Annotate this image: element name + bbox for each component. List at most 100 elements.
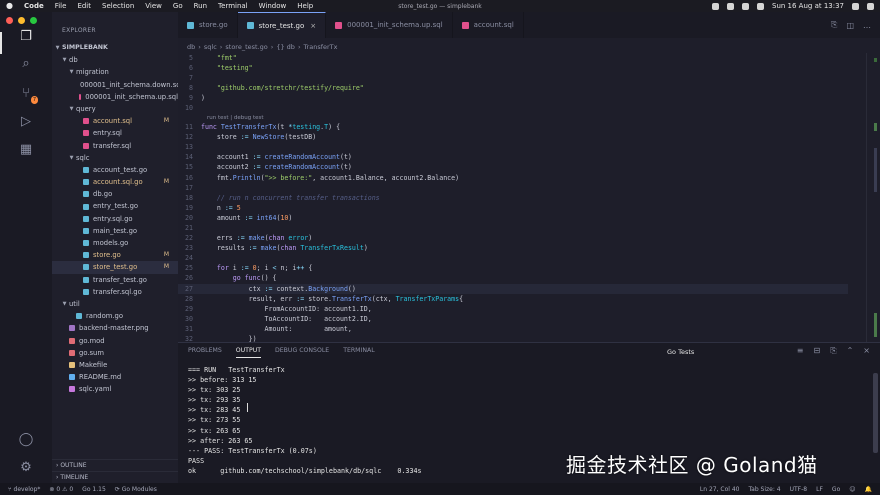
- tab-problems[interactable]: PROBLEMS: [188, 347, 222, 358]
- file-item[interactable]: go.sum: [52, 347, 178, 359]
- close-icon[interactable]: ×: [310, 22, 316, 30]
- tab-output[interactable]: OUTPUT: [235, 347, 261, 358]
- output-channel-select[interactable]: Go Tests: [667, 348, 694, 356]
- run-debug-icon[interactable]: ▷: [17, 112, 35, 130]
- menu-edit[interactable]: Edit: [77, 2, 91, 10]
- source-control-icon[interactable]: ⑂ 7: [17, 84, 38, 104]
- breadcrumb-item[interactable]: db: [187, 43, 195, 51]
- file-item[interactable]: transfer.sql: [52, 140, 178, 152]
- timeline-section[interactable]: › TIMELINE: [52, 471, 178, 483]
- outline-section[interactable]: › OUTLINE: [52, 459, 178, 471]
- file-item[interactable]: 000001_init_schema.up.sql: [52, 91, 178, 103]
- open-changes-icon[interactable]: ⎘: [831, 20, 837, 30]
- file-item[interactable]: go.mod: [52, 335, 178, 347]
- folder-item[interactable]: ▼ util: [52, 298, 178, 310]
- editor-tab[interactable]: account.sql: [453, 12, 524, 38]
- file-item[interactable]: sqlc.yaml: [52, 383, 178, 395]
- menu-file[interactable]: File: [55, 2, 67, 10]
- file-item[interactable]: transfer.sql.go: [52, 286, 178, 298]
- folder-item[interactable]: ▼ sqlc: [52, 152, 178, 164]
- menu-view[interactable]: View: [145, 2, 162, 10]
- editor-tab[interactable]: store.go: [178, 12, 238, 38]
- folder-item[interactable]: ▼ migration: [52, 66, 178, 78]
- file-item[interactable]: store_test.go M: [52, 261, 178, 274]
- file-item[interactable]: 000001_init_schema.down.sql: [52, 79, 182, 91]
- file-item[interactable]: store.go M: [52, 249, 178, 261]
- folder-item[interactable]: ▼ db: [52, 54, 178, 66]
- file-item[interactable]: README.md: [52, 371, 178, 383]
- files-icon[interactable]: ❐: [17, 27, 35, 45]
- panel-scrollbar[interactable]: [873, 373, 878, 453]
- file-item[interactable]: account.sql M: [52, 115, 178, 127]
- project-folder[interactable]: ▼ SIMPLEBANK: [52, 42, 178, 54]
- file-item[interactable]: models.go: [52, 237, 178, 249]
- control-center-icon[interactable]: [867, 2, 874, 10]
- menu-go[interactable]: Go: [173, 2, 183, 10]
- editor-scrollbar[interactable]: [866, 53, 880, 342]
- editor-tab[interactable]: store_test.go ×: [237, 12, 327, 38]
- battery-icon[interactable]: [757, 2, 764, 10]
- wifi-icon[interactable]: [742, 2, 749, 10]
- status-icon[interactable]: [712, 2, 719, 10]
- breadcrumb-item[interactable]: {} db: [276, 43, 295, 51]
- language-mode[interactable]: Go: [832, 486, 840, 493]
- more-actions-icon[interactable]: …: [863, 21, 871, 30]
- search-icon[interactable]: [852, 2, 859, 10]
- open-log-icon[interactable]: ⎘: [830, 346, 836, 356]
- end-of-line[interactable]: LF: [816, 486, 823, 493]
- file-item[interactable]: account_test.go: [52, 164, 178, 176]
- tab-terminal[interactable]: TERMINAL: [343, 347, 374, 358]
- file-item[interactable]: main_test.go: [52, 225, 178, 237]
- file-item[interactable]: account.sql.go M: [52, 176, 178, 188]
- status-icon[interactable]: [727, 2, 734, 10]
- cursor-position[interactable]: Ln 27, Col 40: [700, 486, 740, 493]
- file-item[interactable]: transfer_test.go: [52, 274, 178, 286]
- extensions-icon[interactable]: ▦: [17, 140, 35, 158]
- apple-logo-icon[interactable]: ●: [6, 2, 14, 10]
- breadcrumb-item[interactable]: sqlc: [204, 43, 217, 51]
- editor-tab[interactable]: 000001_init_schema.up.sql: [326, 12, 453, 38]
- minimize-window-button[interactable]: [18, 17, 25, 24]
- close-window-button[interactable]: [6, 17, 13, 24]
- menu-help[interactable]: Help: [297, 2, 313, 10]
- menu-terminal[interactable]: Terminal: [218, 2, 248, 10]
- code-lens[interactable]: run test | debug test: [178, 114, 848, 123]
- scroll-thumb[interactable]: [874, 148, 877, 192]
- tab-size[interactable]: Tab Size: 4: [748, 486, 780, 493]
- menu-run[interactable]: Run: [194, 2, 207, 10]
- menu-window[interactable]: Window: [259, 2, 287, 10]
- menu-selection[interactable]: Selection: [102, 2, 134, 10]
- menu-code[interactable]: Code: [24, 2, 44, 10]
- file-item[interactable]: entry.sql: [52, 127, 178, 139]
- settings-gear-icon[interactable]: ⚙: [17, 458, 35, 476]
- file-item[interactable]: random.go: [52, 310, 178, 322]
- file-item[interactable]: entry.sql.go: [52, 213, 178, 225]
- folder-item[interactable]: ▼ query: [52, 103, 178, 115]
- file-item[interactable]: Makefile: [52, 359, 178, 371]
- file-item[interactable]: db.go: [52, 188, 178, 200]
- zoom-window-button[interactable]: [30, 17, 37, 24]
- breadcrumb-item[interactable]: TransferTx: [304, 43, 338, 51]
- git-branch[interactable]: ⑂ develop*: [8, 486, 40, 493]
- problems-count[interactable]: ⊗ 0 ⚠ 0: [49, 486, 73, 493]
- file-item[interactable]: entry_test.go: [52, 200, 178, 212]
- go-version[interactable]: Go 1.15: [82, 486, 106, 493]
- file-item[interactable]: backend-master.png: [52, 322, 178, 334]
- close-panel-icon[interactable]: ×: [863, 346, 870, 356]
- go-modules[interactable]: ⟳ Go Modules: [115, 486, 157, 493]
- file-encoding[interactable]: UTF-8: [790, 486, 808, 493]
- split-editor-icon[interactable]: ◫: [846, 21, 854, 30]
- search-icon[interactable]: ⌕: [17, 54, 35, 72]
- lock-scroll-icon[interactable]: ⊟: [813, 346, 820, 356]
- maximize-panel-icon[interactable]: ⌃: [847, 346, 854, 356]
- account-icon[interactable]: ◯: [17, 430, 35, 448]
- code-editor[interactable]: 5 "fmt" 6 "testing" 7 8 "github.com/stretch…: [178, 53, 848, 342]
- go-file-icon: [83, 264, 89, 271]
- output-log[interactable]: === RUN TestTransferTx >> before: 313 15 >…: [188, 365, 422, 476]
- breadcrumb-item[interactable]: store_test.go: [225, 43, 267, 51]
- tab-debug-console[interactable]: DEBUG CONSOLE: [275, 347, 329, 358]
- menubar-clock[interactable]: Sun 16 Aug at 13:37: [772, 2, 844, 10]
- feedback-icon[interactable]: ☺: [849, 486, 855, 493]
- clear-output-icon[interactable]: ≡: [797, 346, 804, 356]
- notifications-icon[interactable]: 🔔: [865, 486, 872, 493]
